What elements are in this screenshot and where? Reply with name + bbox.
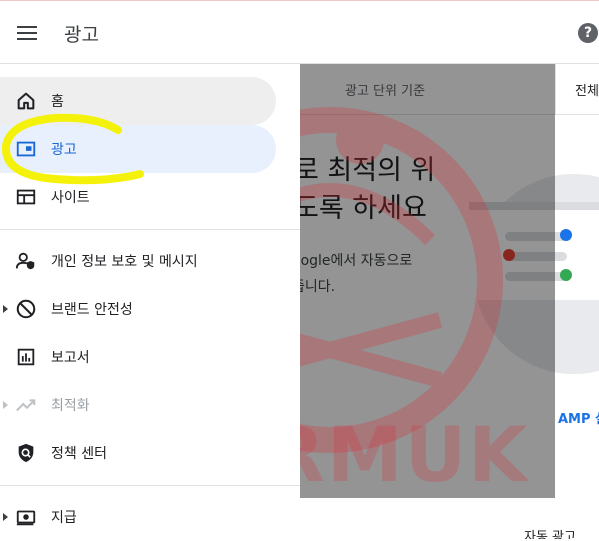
navigation-drawer: 홈 광고 사이트 개인 정보 보호 및 메시지 브랜드 안전성 보고서 최적화 … (0, 64, 300, 539)
nav-item-ads[interactable]: 광고 (0, 125, 276, 173)
help-icon[interactable]: ? (578, 23, 598, 43)
expand-arrow-icon[interactable] (3, 401, 8, 409)
privacy-icon (15, 252, 35, 270)
page-title: 광고 (64, 24, 99, 46)
amp-link[interactable]: AMP 실 (558, 408, 599, 427)
auto-ads-label: 자동 광고 (524, 530, 576, 539)
menu-icon[interactable] (17, 26, 37, 40)
nav-item-home[interactable]: 홈 (0, 77, 276, 125)
nav-item-payments[interactable]: 지급 (0, 493, 276, 541)
expand-arrow-icon[interactable] (3, 305, 8, 313)
trending-icon (16, 399, 36, 412)
tab-divider (555, 64, 556, 114)
nav-label-sites: 사이트 (51, 190, 90, 206)
nav-item-optimization[interactable]: 최적화 (0, 381, 276, 429)
tab-overall[interactable]: 전체 (575, 80, 599, 99)
nav-label-policy-center: 정책 센터 (51, 446, 107, 462)
sites-icon (16, 189, 36, 205)
nav-label-reports: 보고서 (51, 350, 90, 366)
nav-divider (0, 229, 300, 230)
home-icon (17, 92, 35, 110)
nav-label-payments: 지급 (51, 510, 77, 526)
nav-divider (0, 485, 300, 486)
nav-item-sites[interactable]: 사이트 (0, 173, 276, 221)
nav-item-brand-safety[interactable]: 브랜드 안전성 (0, 285, 276, 333)
nav-label-ads: 광고 (51, 142, 77, 158)
ads-icon (16, 141, 36, 157)
nav-item-privacy-messaging[interactable]: 개인 정보 보호 및 메시지 (0, 237, 276, 285)
nav-label-home: 홈 (51, 94, 64, 110)
reports-icon (17, 348, 35, 366)
nav-item-policy-center[interactable]: 정책 센터 (0, 429, 276, 477)
nav-label-optimization: 최적화 (51, 398, 90, 414)
nav-label-brand-safety: 브랜드 안전성 (51, 302, 133, 318)
nav-label-privacy-messaging: 개인 정보 보호 및 메시지 (51, 254, 198, 270)
expand-arrow-icon[interactable] (3, 513, 8, 521)
policy-shield-icon (18, 443, 34, 463)
nav-item-reports[interactable]: 보고서 (0, 333, 276, 381)
top-app-bar: 광고 ? (0, 0, 599, 64)
block-icon (16, 299, 36, 319)
payments-icon (16, 510, 36, 526)
